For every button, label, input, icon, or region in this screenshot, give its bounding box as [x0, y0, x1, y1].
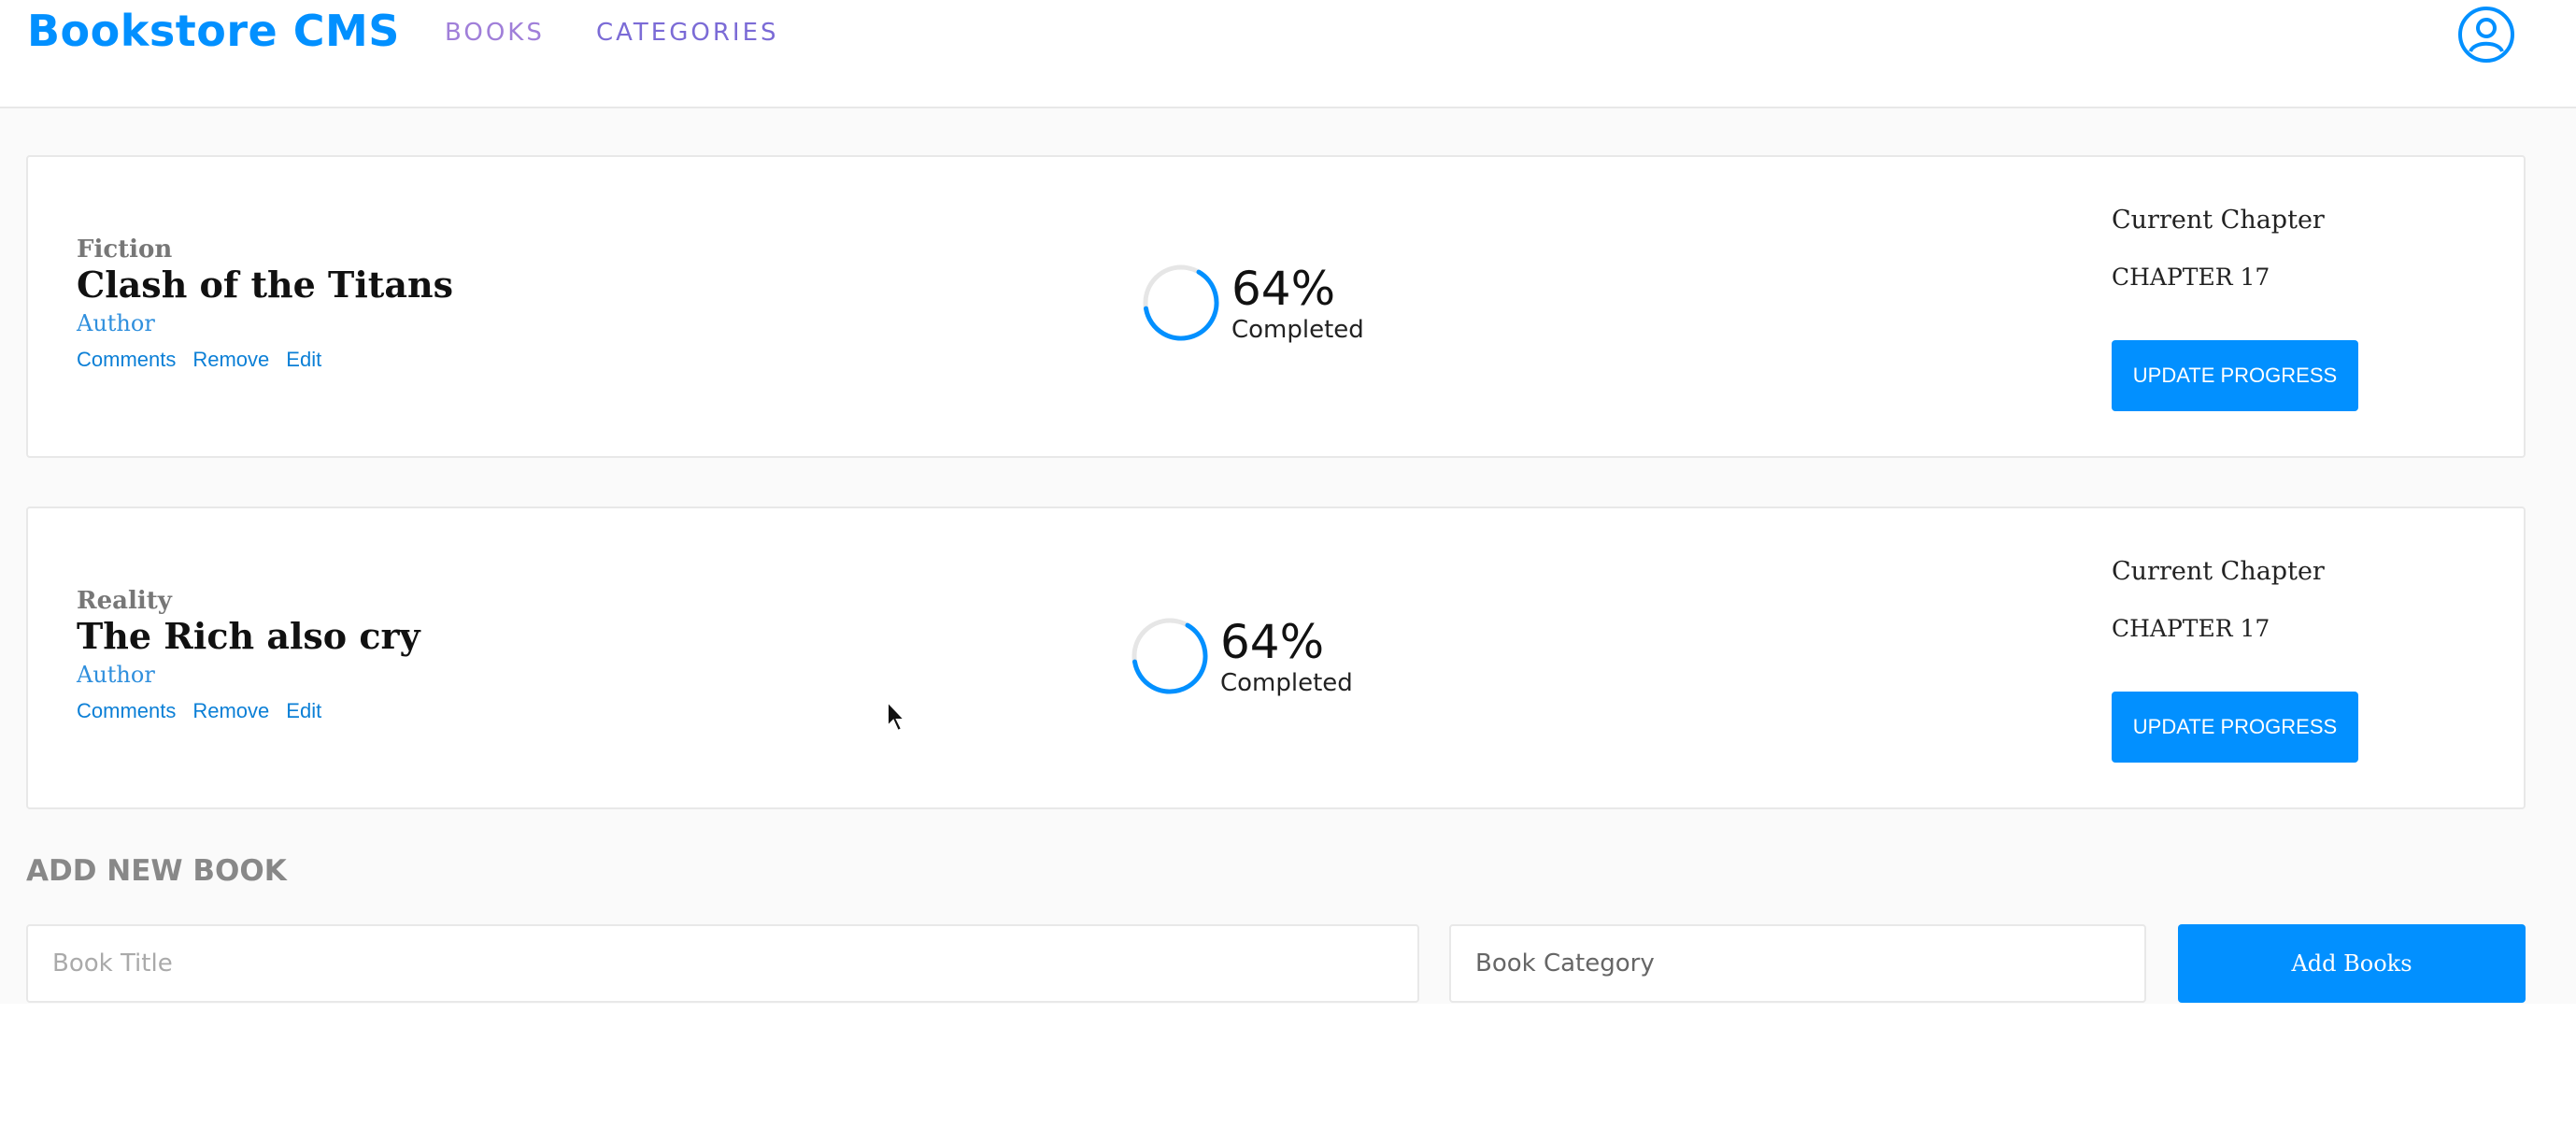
book-actions: Comments Remove Edit: [77, 348, 321, 372]
user-circle-icon[interactable]: [2457, 6, 2515, 64]
current-chapter-label: Current Chapter: [2112, 557, 2325, 586]
book-title: The Rich also cry: [77, 615, 420, 657]
progress-section: 64% Completed: [1140, 262, 1364, 344]
progress-percent: 64%: [1231, 262, 1336, 316]
progress-text: 64% Completed: [1231, 262, 1364, 344]
update-progress-button[interactable]: UPDATE PROGRESS: [2112, 692, 2358, 763]
progress-percent: 64%: [1220, 615, 1325, 669]
nav-categories-link[interactable]: CATEGORIES: [596, 19, 779, 47]
progress-ring: [1131, 618, 1208, 694]
progress-text: 64% Completed: [1220, 615, 1353, 697]
remove-button[interactable]: Remove: [192, 348, 269, 372]
book-actions: Comments Remove Edit: [77, 699, 321, 723]
book-card: Reality The Rich also cry Author Comment…: [26, 507, 2526, 809]
book-title-input[interactable]: [26, 924, 1419, 1003]
book-title: Clash of the Titans: [77, 264, 453, 306]
progress-section: 64% Completed: [1129, 615, 1353, 697]
mouse-cursor-icon: [887, 700, 907, 733]
nav-books-link[interactable]: BOOKS: [445, 19, 545, 47]
progress-ring: [1143, 264, 1219, 341]
add-book-heading: ADD NEW BOOK: [26, 854, 287, 888]
book-author[interactable]: Author: [77, 310, 155, 336]
book-category: Reality: [77, 587, 172, 615]
page: Bookstore CMS BOOKS CATEGORIES Fiction C…: [0, 0, 2576, 1004]
progress-completed-label: Completed: [1231, 316, 1364, 344]
app-logo: Bookstore CMS: [27, 6, 400, 56]
current-chapter-value: CHAPTER 17: [2112, 615, 2270, 642]
app-header: Bookstore CMS BOOKS CATEGORIES: [0, 0, 2576, 108]
book-category-select[interactable]: Book Category: [1449, 924, 2146, 1003]
book-category: Fiction: [77, 236, 173, 264]
add-books-button[interactable]: Add Books: [2178, 924, 2526, 1003]
current-chapter-value: CHAPTER 17: [2112, 264, 2270, 291]
current-chapter-label: Current Chapter: [2112, 206, 2325, 235]
progress-completed-label: Completed: [1220, 669, 1353, 697]
book-card: Fiction Clash of the Titans Author Comme…: [26, 155, 2526, 458]
edit-button[interactable]: Edit: [286, 348, 321, 372]
edit-button[interactable]: Edit: [286, 699, 321, 723]
comments-button[interactable]: Comments: [77, 699, 176, 723]
book-author[interactable]: Author: [77, 662, 155, 688]
comments-button[interactable]: Comments: [77, 348, 176, 372]
update-progress-button[interactable]: UPDATE PROGRESS: [2112, 340, 2358, 411]
remove-button[interactable]: Remove: [192, 699, 269, 723]
